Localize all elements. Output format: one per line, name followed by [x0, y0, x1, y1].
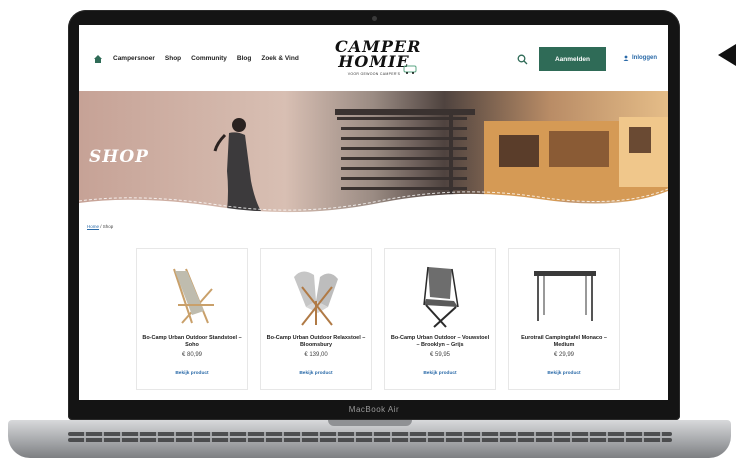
main-nav: Campersnoer Shop Community Blog Zoek & V… [113, 55, 299, 62]
nav-item-campersnoer[interactable]: Campersnoer [113, 55, 155, 62]
deckchair-image [173, 268, 214, 324]
hero-title: SHOP [89, 147, 149, 167]
home-icon[interactable] [93, 54, 103, 64]
keyboard-row [68, 432, 672, 436]
product-price: € 139,00 [304, 352, 328, 358]
view-product-link[interactable]: Bekijk product [137, 371, 247, 376]
product-name: Eurotrail Campingtafel Monaco – Medium [521, 335, 607, 348]
view-product-link[interactable]: Bekijk product [385, 371, 495, 376]
breadcrumb-home[interactable]: Home [87, 224, 99, 229]
device-label: MacBook Air [348, 405, 400, 414]
product-card[interactable]: Bo-Camp Urban Outdoor – Vouwstoel – Broo… [384, 248, 496, 390]
camera-icon [372, 16, 377, 21]
site-header: Campersnoer Shop Community Blog Zoek & V… [79, 25, 668, 91]
nav-item-zoek-vind[interactable]: Zoek & Vind [261, 55, 298, 62]
product-name: Bo-Camp Urban Outdoor – Vouwstoel – Broo… [390, 335, 490, 348]
user-icon [623, 55, 629, 61]
product-price: € 59,95 [429, 352, 451, 358]
login-button[interactable]: Aanmelden [539, 47, 606, 71]
logo-line-2: HOMIE [338, 52, 410, 71]
breadcrumb-current: Shop [102, 224, 114, 229]
keyboard-row [68, 438, 672, 442]
product-price: € 80,99 [181, 352, 203, 358]
trackpad-notch [328, 420, 412, 426]
product-card[interactable]: Eurotrail Campingtafel Monaco – Medium €… [508, 248, 620, 390]
browser-screen: Campersnoer Shop Community Blog Zoek & V… [79, 25, 668, 400]
register-label: Inloggen [632, 55, 657, 61]
register-link[interactable]: Inloggen [623, 55, 657, 61]
product-name: Bo-Camp Urban Outdoor Relaxstoel – Bloom… [266, 335, 366, 348]
view-product-link[interactable]: Bekijk product [509, 371, 619, 376]
nav-item-blog[interactable]: Blog [237, 55, 251, 62]
hero-banner: SHOP [79, 91, 668, 218]
product-card[interactable]: Bo-Camp Urban Outdoor Relaxstoel – Bloom… [260, 248, 372, 390]
search-icon[interactable] [517, 54, 528, 65]
product-price: € 29,99 [553, 352, 575, 358]
product-card[interactable]: Bo-Camp Urban Outdoor Standstoel – Soho … [136, 248, 248, 390]
product-grid: Bo-Camp Urban Outdoor Standstoel – Soho … [136, 248, 620, 390]
nav-item-community[interactable]: Community [191, 55, 227, 62]
laptop-base [8, 420, 731, 458]
van-icon [403, 65, 417, 74]
nav-item-shop[interactable]: Shop [165, 55, 181, 62]
folding-chair-image [423, 266, 459, 328]
site-logo[interactable]: CAMPER HOMIE VOOR GEWOON CAMPER'S [335, 39, 420, 83]
pointer-arrow-icon [718, 44, 736, 66]
butterfly-chair-image [294, 271, 338, 326]
product-name: Bo-Camp Urban Outdoor Standstoel – Soho [142, 335, 242, 348]
breadcrumb: Home / Shop [87, 224, 113, 229]
camping-table-image [534, 271, 596, 321]
view-product-link[interactable]: Bekijk product [261, 371, 371, 376]
hero-illustration [79, 91, 668, 218]
logo-tagline: VOOR GEWOON CAMPER'S [347, 72, 401, 76]
